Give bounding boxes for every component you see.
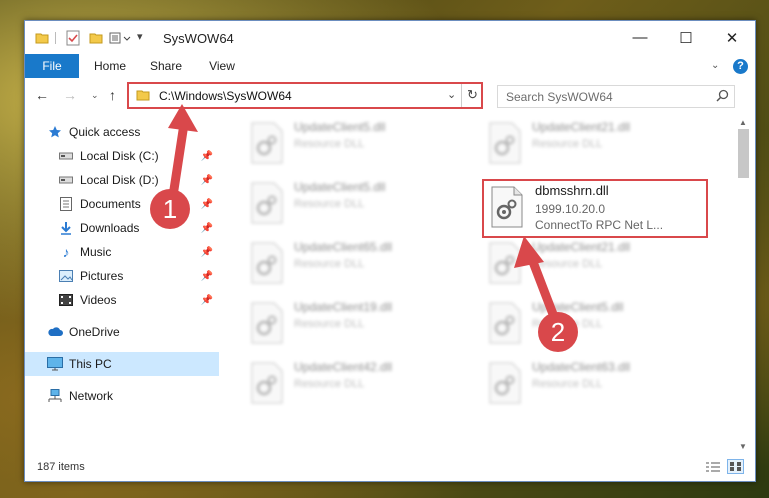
- arrow-1-shaft: [168, 119, 189, 201]
- annotation-arrows: [168, 104, 561, 327]
- arrow-1-head: [168, 104, 198, 132]
- step-badge-2: 2: [538, 312, 578, 352]
- step-badge-1: 1: [150, 189, 190, 229]
- arrow-2-head: [514, 236, 544, 268]
